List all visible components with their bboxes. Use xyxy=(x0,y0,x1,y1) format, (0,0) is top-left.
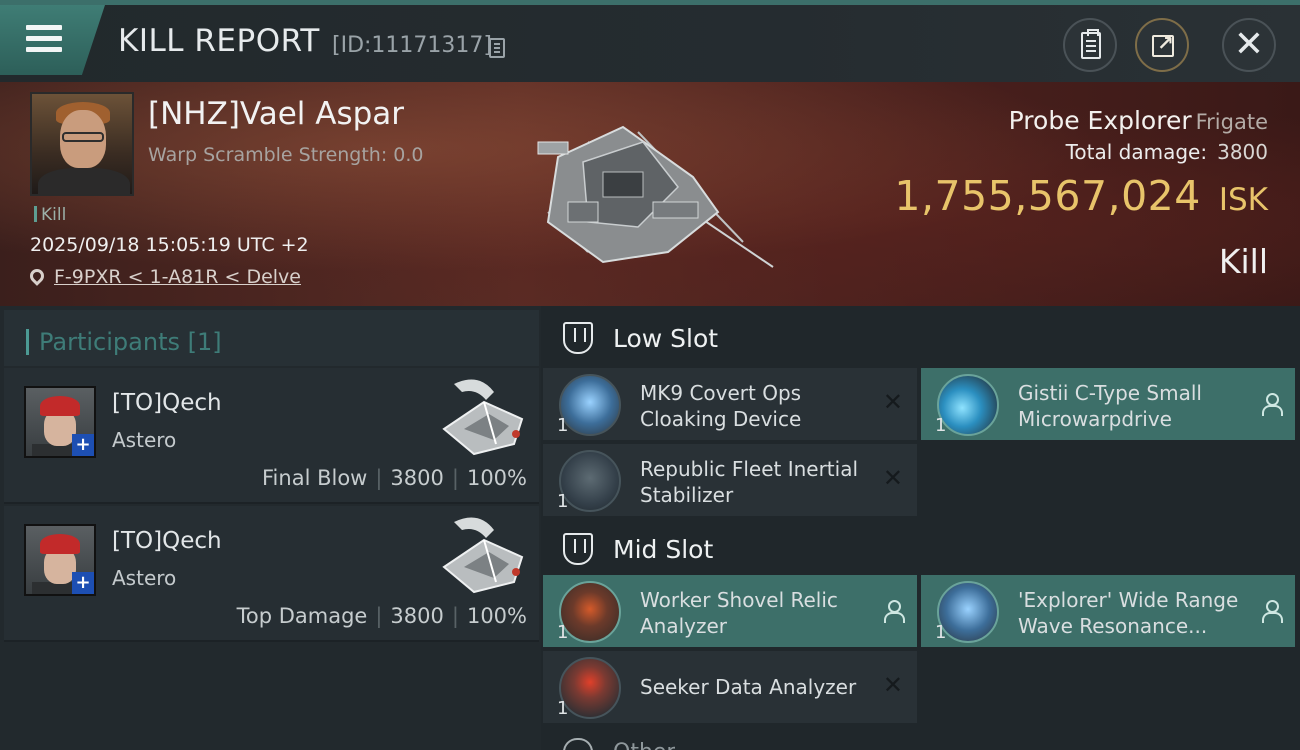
report-id: [ID:11171317] xyxy=(332,33,492,58)
close-button[interactable]: ✕ xyxy=(1222,18,1276,72)
participants-title: Participants [1] xyxy=(26,328,222,356)
participant-stats: Top Damage | 3800 | 100% xyxy=(236,604,527,628)
participant-row[interactable]: + [TO]Qech Astero Final Blow | 3800 | 100% xyxy=(4,368,539,504)
ship-name-text: Probe Explorer xyxy=(1008,106,1192,135)
header-bar: KILL REPORT [ID:11171317] ✕ xyxy=(0,5,1300,82)
low-slot-header: Low Slot xyxy=(541,306,1300,368)
share-button[interactable] xyxy=(1135,18,1189,72)
participant-ship-image xyxy=(442,517,524,594)
module-name: MK9 Covert Ops Cloaking Device xyxy=(640,381,802,431)
victim-portrait[interactable] xyxy=(30,92,134,196)
victim-name[interactable]: [NHZ]Vael Aspar xyxy=(148,96,404,132)
kill-tag: Kill xyxy=(34,205,66,225)
mid-slot-header: Mid Slot xyxy=(541,517,1300,579)
location-pin-icon xyxy=(27,266,47,286)
mid-slot-title: Mid Slot xyxy=(613,535,714,564)
other-slot-icon xyxy=(563,738,593,750)
module-quantity: 1 xyxy=(935,622,947,643)
destroyed-icon: ✕ xyxy=(882,671,903,699)
module-name: Gistii C-Type Small Microwarpdrive xyxy=(1018,381,1202,431)
copy-icon[interactable] xyxy=(489,38,505,58)
module-name: Worker Shovel Relic Analyzer xyxy=(640,588,838,638)
isk-value: 1,755,567,024 xyxy=(894,172,1201,220)
share-icon xyxy=(1152,31,1174,57)
dropped-person-icon xyxy=(1261,600,1283,623)
low-slot-title: Low Slot xyxy=(613,324,719,353)
module-item[interactable]: 1 MK9 Covert Ops Cloaking Device ✕ xyxy=(543,368,917,440)
module-item[interactable]: 1 Republic Fleet Inertial Stabilizer ✕ xyxy=(543,444,917,516)
menu-button[interactable] xyxy=(0,5,105,75)
plus-badge-icon: + xyxy=(72,572,94,594)
module-name: Republic Fleet Inertial Stabilizer xyxy=(640,457,859,507)
module-item[interactable]: 1 'Explorer' Wide Range Wave Resonance..… xyxy=(921,575,1295,647)
kill-timestamp: 2025/09/18 15:05:19 UTC +2 xyxy=(30,234,309,256)
module-item[interactable]: 1 Seeker Data Analyzer ✕ xyxy=(543,651,917,723)
participant-role: Top Damage xyxy=(236,604,368,628)
module-quantity: 1 xyxy=(557,415,569,436)
clipboard-icon xyxy=(1081,29,1101,59)
participant-name: [TO]Qech xyxy=(112,528,222,554)
victim-ship-image xyxy=(537,125,774,268)
dropped-person-icon xyxy=(883,600,905,623)
kill-location[interactable]: F-9PXR < 1-A81R < Delve xyxy=(27,266,301,288)
hamburger-menu-icon xyxy=(26,25,62,55)
participant-name: [TO]Qech xyxy=(112,390,222,416)
module-name: 'Explorer' Wide Range Wave Resonance... xyxy=(1018,588,1239,638)
plus-badge-icon: + xyxy=(72,434,94,456)
isk-unit: ISK xyxy=(1218,182,1268,218)
module-quantity: 1 xyxy=(557,698,569,719)
module-name: Seeker Data Analyzer xyxy=(640,675,857,699)
participant-row[interactable]: + [TO]Qech Astero Top Damage | 3800 | 100% xyxy=(4,506,539,642)
module-quantity: 1 xyxy=(935,415,947,436)
participant-ship: Astero xyxy=(112,566,177,590)
participant-ship: Astero xyxy=(112,428,177,452)
victim-banner: [NHZ]Vael Aspar Warp Scramble Strength: … xyxy=(0,82,1300,306)
participant-role: Final Blow xyxy=(262,466,368,490)
total-damage-label: Total damage: xyxy=(1065,140,1208,164)
participants-header: Participants [1] xyxy=(4,310,539,366)
clipboard-button[interactable] xyxy=(1063,18,1117,72)
participant-percent: 100% xyxy=(466,604,527,628)
dropped-person-icon xyxy=(1261,393,1283,416)
kill-result: Kill xyxy=(1218,242,1268,281)
warp-scramble-strength: Warp Scramble Strength: 0.0 xyxy=(148,144,424,166)
total-damage: Total damage: 3800 xyxy=(1066,140,1268,164)
module-quantity: 1 xyxy=(557,491,569,512)
victim-ship-name[interactable]: Probe Explorer Frigate xyxy=(1009,106,1268,135)
participant-ship-image xyxy=(442,379,524,456)
page-title: KILL REPORT xyxy=(118,23,320,59)
participant-damage: 3800 xyxy=(390,604,444,628)
module-item[interactable]: 1 Worker Shovel Relic Analyzer xyxy=(543,575,917,647)
participant-damage: 3800 xyxy=(390,466,444,490)
isk-loss: 1,755,567,024 ISK xyxy=(894,172,1268,220)
destroyed-icon: ✕ xyxy=(882,464,903,492)
participants-panel: Participants [1] + [TO]Qech Astero Final… xyxy=(0,306,541,750)
participant-percent: 100% xyxy=(466,466,527,490)
other-slot-title: Other xyxy=(613,740,675,750)
fitting-panel: Low Slot 1 MK9 Covert Ops Cloaking Devic… xyxy=(541,306,1300,750)
destroyed-icon: ✕ xyxy=(882,388,903,416)
module-item[interactable]: 1 Gistii C-Type Small Microwarpdrive xyxy=(921,368,1295,440)
participant-avatar[interactable]: + xyxy=(24,524,96,596)
participant-stats: Final Blow | 3800 | 100% xyxy=(262,466,527,490)
ship-class: Frigate xyxy=(1195,110,1268,134)
location-link[interactable]: F-9PXR < 1-A81R < Delve xyxy=(54,266,301,288)
mid-slot-icon xyxy=(563,533,593,565)
participant-avatar[interactable]: + xyxy=(24,386,96,458)
module-quantity: 1 xyxy=(557,622,569,643)
total-damage-value: 3800 xyxy=(1217,140,1268,164)
low-slot-icon xyxy=(563,322,593,354)
close-icon: ✕ xyxy=(1233,24,1265,65)
